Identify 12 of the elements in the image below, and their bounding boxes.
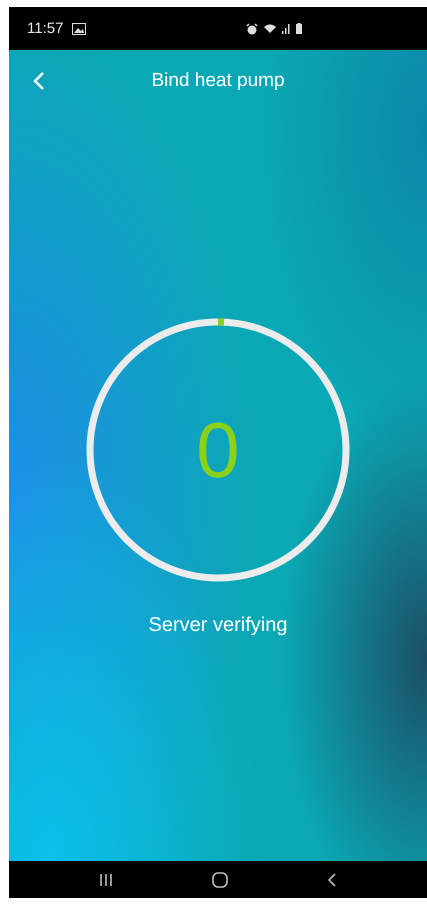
countdown-number: 0 [196, 404, 240, 496]
back-icon[interactable] [327, 872, 338, 888]
alarm-icon [246, 22, 258, 34]
recent-apps-icon[interactable] [98, 872, 113, 886]
clock-time: 11:57 [27, 20, 64, 37]
image-icon [72, 22, 86, 34]
signal-icon [282, 23, 292, 34]
screen-title: Bind heat pump [151, 70, 285, 92]
wifi-icon [263, 23, 278, 34]
battery-icon [296, 23, 302, 34]
home-icon[interactable] [212, 872, 228, 888]
status-message: Server verifying [148, 614, 288, 637]
